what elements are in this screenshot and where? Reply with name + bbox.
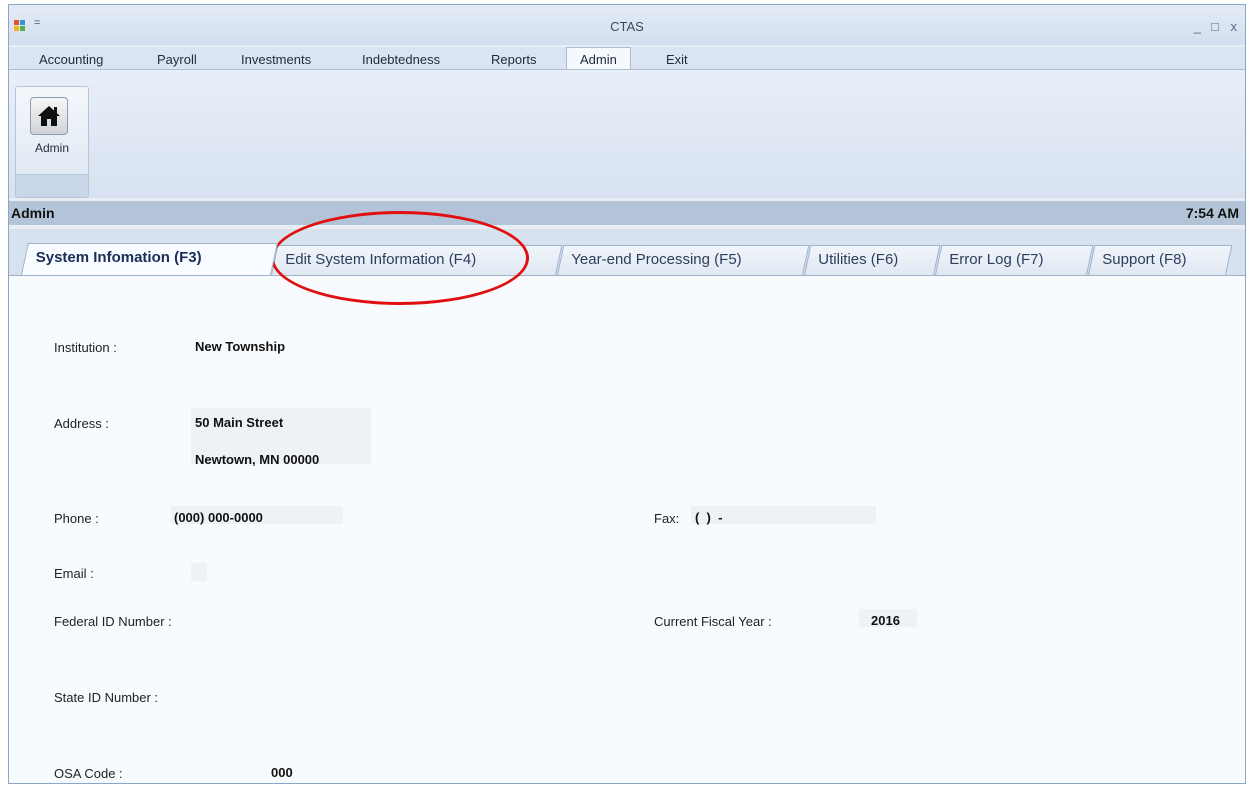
close-button[interactable]: x [1231, 19, 1238, 34]
maximize-button[interactable]: □ [1211, 19, 1219, 34]
address-line2: Newtown, MN 00000 [195, 452, 320, 467]
tab-support[interactable]: Support (F8) [1088, 245, 1233, 275]
state-id-label: State ID Number : [54, 690, 159, 705]
ribbon-group-admin: Admin [15, 86, 89, 198]
address-label: Address : [54, 416, 109, 431]
menu-accounting[interactable]: Accounting [39, 52, 103, 67]
menu-bar: Accounting Payroll Investments Indebtedn… [9, 47, 1245, 71]
menu-reports[interactable]: Reports [491, 52, 537, 67]
tab-label: Edit System Information (F4) [285, 251, 477, 268]
menu-investments[interactable]: Investments [241, 52, 311, 67]
phone-label: Phone : [54, 511, 99, 526]
tab-label: Year-end Processing (F5) [571, 251, 742, 268]
admin-button-label: Admin [34, 141, 69, 155]
tab-strip: System Infomation (F3) Edit System Infor… [9, 229, 1245, 275]
osa-code-value: 000 [271, 765, 293, 780]
email-label: Email : [54, 566, 94, 581]
fax-label: Fax: [654, 511, 680, 526]
system-info-panel: Institution : New Township Address : 50 … [9, 275, 1245, 783]
ribbon-group-footer [16, 174, 88, 197]
fax-value: ( ) - [695, 510, 723, 525]
fiscal-year-label: Current Fiscal Year : [654, 614, 772, 629]
minimize-button[interactable]: _ [1194, 19, 1201, 34]
tab-label: System Infomation (F3) [35, 249, 202, 266]
menu-payroll[interactable]: Payroll [157, 52, 197, 67]
federal-id-label: Federal ID Number : [54, 614, 172, 629]
title-bar: = CTAS _ □ x [9, 5, 1245, 45]
tab-error-log[interactable]: Error Log (F7) [935, 245, 1094, 275]
osa-code-label: OSA Code : [54, 766, 123, 781]
tab-year-end-processing[interactable]: Year-end Processing (F5) [557, 245, 810, 275]
admin-home-button[interactable] [30, 97, 68, 135]
application-window: = CTAS _ □ x Accounting Payroll Investme… [8, 4, 1246, 784]
tab-edit-system-information[interactable]: Edit System Information (F4) [271, 245, 563, 275]
home-icon [38, 106, 60, 126]
tab-label: Utilities (F6) [818, 251, 899, 268]
section-header-bar: Admin 7:54 AM [9, 201, 1245, 225]
section-title: Admin [11, 205, 55, 221]
menu-indebtedness[interactable]: Indebtedness [362, 52, 440, 67]
fiscal-year-value: 2016 [871, 613, 900, 628]
tab-label: Error Log (F7) [949, 251, 1044, 268]
ribbon: Admin [9, 69, 1245, 198]
tab-label: Support (F8) [1102, 251, 1187, 268]
phone-value: (000) 000-0000 [174, 510, 263, 525]
menu-exit[interactable]: Exit [666, 52, 688, 67]
institution-value: New Township [195, 339, 286, 354]
email-field [191, 563, 207, 581]
address-line1: 50 Main Street [195, 415, 284, 430]
clock: 7:54 AM [1185, 205, 1239, 221]
tab-utilities[interactable]: Utilities (F6) [804, 245, 941, 275]
institution-label: Institution : [54, 340, 117, 355]
window-title: CTAS [610, 19, 644, 34]
tab-system-information[interactable]: System Infomation (F3) [21, 243, 278, 275]
menu-admin[interactable]: Admin [566, 47, 631, 71]
